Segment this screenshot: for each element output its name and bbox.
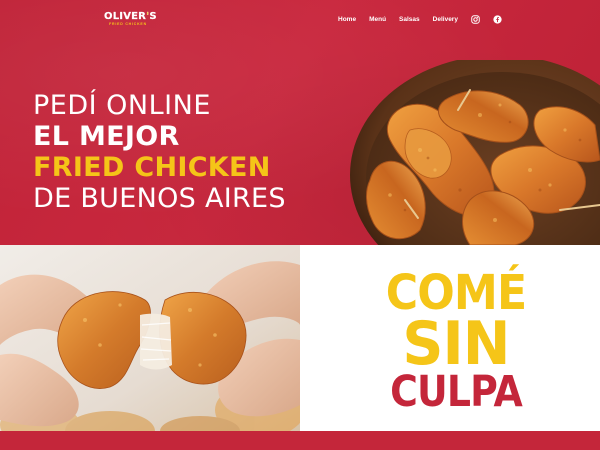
promo-line-2: SIN: [402, 309, 510, 379]
headline-line-1: PEDÍ ONLINE: [33, 90, 211, 121]
nav-salsas[interactable]: Salsas: [399, 16, 420, 23]
nav-menu[interactable]: Menú: [369, 16, 386, 23]
promo-panel: COMÉ SIN CULPA: [300, 245, 600, 431]
headline-line-4: DE BUENOS AIRES: [33, 183, 286, 214]
nav-home[interactable]: Home: [338, 16, 356, 23]
promo-line-3: CULPA: [390, 367, 523, 417]
facebook-icon[interactable]: [493, 15, 502, 24]
logo-tagline: FRIED CHICKEN: [109, 22, 147, 26]
logo-wordmark: OLIVER'S: [104, 11, 157, 22]
footer-strip: [0, 431, 600, 450]
chicken-pull-image: [0, 245, 300, 431]
instagram-icon[interactable]: [471, 15, 480, 24]
main-nav: Home Menú Salsas Delivery: [338, 15, 515, 24]
headline-line-2: EL MEJOR: [33, 121, 180, 152]
brand-logo[interactable]: OLIVER'S FRIED CHICKEN: [104, 11, 157, 27]
nav-delivery[interactable]: Delivery: [433, 16, 458, 23]
hero-banner: OLIVER'S FRIED CHICKEN Home Menú Salsas …: [0, 0, 600, 245]
hero-headline: PEDÍ ONLINE EL MEJOR FRIED CHICKEN DE BU…: [33, 90, 286, 214]
promo-slogan: COMÉ SIN CULPA: [376, 269, 536, 417]
fried-chicken-bowl-image: [350, 60, 600, 245]
headline-line-3: FRIED CHICKEN: [33, 152, 271, 183]
